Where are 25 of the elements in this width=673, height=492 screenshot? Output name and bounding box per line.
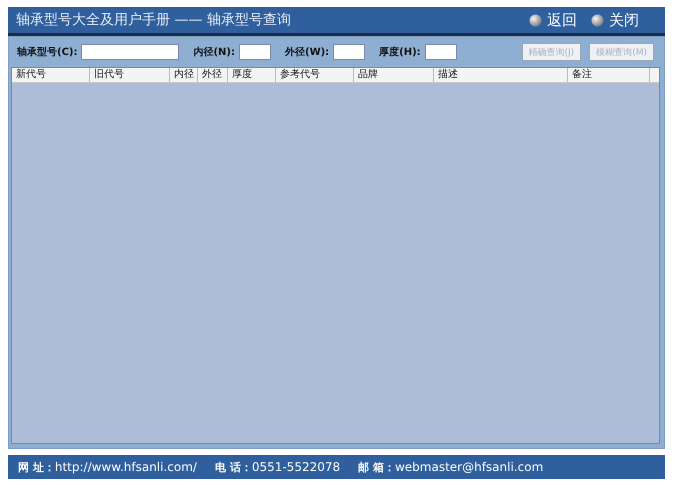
- column-header[interactable]: 品牌: [354, 68, 434, 82]
- contact-info: 邮 箱：webmaster@hfsanli.com: [358, 460, 544, 474]
- input-field[interactable]: [239, 44, 271, 60]
- field-label: 厚度(H):: [379, 45, 421, 59]
- header-button[interactable]: 关闭: [591, 10, 639, 30]
- contact-info: 网 址：http://www.hfsanli.com/: [18, 460, 197, 474]
- header-button[interactable]: 返回: [529, 10, 577, 30]
- input-field[interactable]: [424, 44, 457, 60]
- field-label: 轴承型号(C):: [17, 46, 78, 59]
- column-header[interactable]: 备注: [568, 68, 650, 82]
- window-title: 轴承型号大全及用户手册 —— 轴承型号查询: [16, 11, 291, 29]
- contact-info: 电 话：0551-5522078: [214, 460, 340, 474]
- field-label: 内径(N):: [193, 46, 235, 59]
- column-header[interactable]: 内径: [170, 68, 198, 82]
- column-header[interactable]: 旧代号: [90, 68, 170, 82]
- column-header[interactable]: 新代号: [12, 68, 90, 82]
- ball-icon: [529, 14, 542, 26]
- input-field[interactable]: [333, 44, 366, 60]
- column-header[interactable]: 参考代号: [276, 68, 354, 82]
- column-header[interactable]: 厚度: [228, 68, 276, 82]
- input-field[interactable]: [81, 44, 180, 60]
- field-label: 外径(W):: [285, 46, 330, 59]
- column-header[interactable]: 外径: [198, 68, 228, 82]
- column-header[interactable]: 描述: [434, 68, 568, 82]
- ball-icon: [591, 14, 604, 26]
